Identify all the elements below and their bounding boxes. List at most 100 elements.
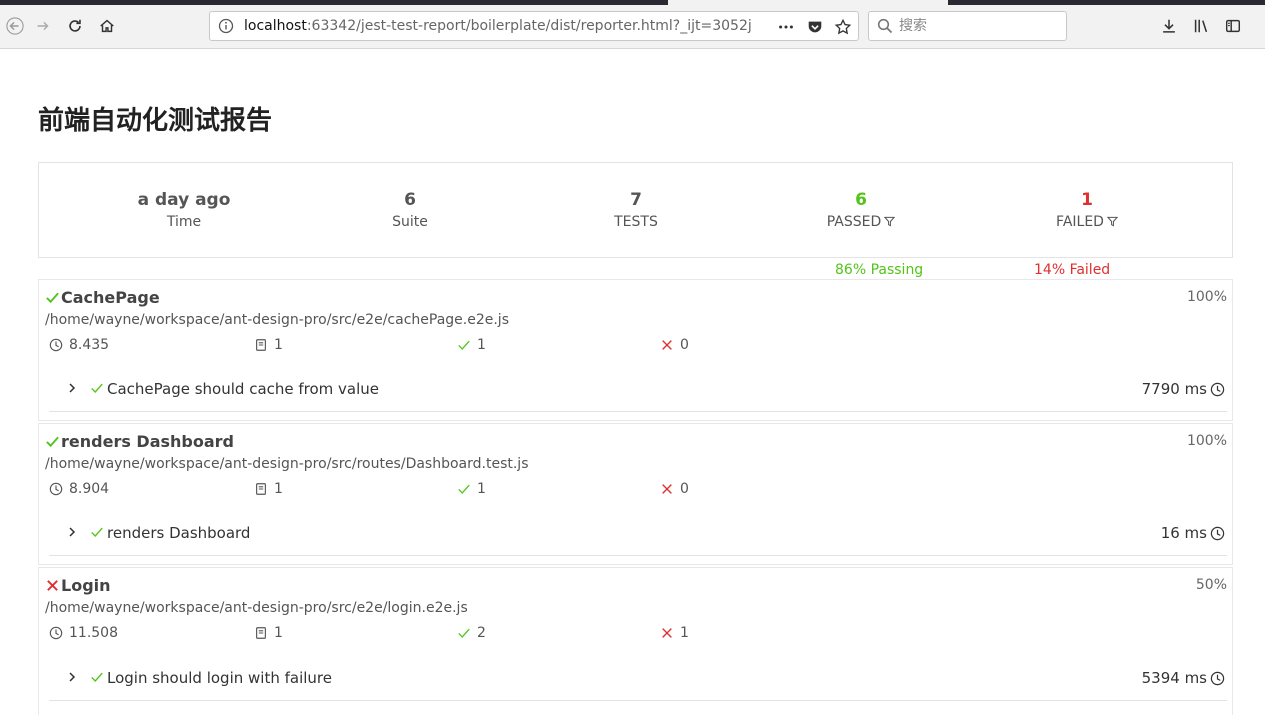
- file-icon: [256, 339, 266, 351]
- stat-passed-label: PASSED: [826, 214, 882, 230]
- sidebar-icon: [1225, 19, 1241, 33]
- reload-button[interactable]: [60, 11, 90, 41]
- suite-title: CachePage: [45, 288, 160, 307]
- suite-passed-value: 2: [477, 625, 486, 641]
- back-button[interactable]: [0, 11, 30, 41]
- suite-passed: 1: [457, 337, 486, 353]
- check-icon: [458, 484, 470, 494]
- test-case-row[interactable]: Login should login with failure 5394 ms: [49, 663, 1227, 701]
- test-case-title: CachePage should cache from value: [107, 380, 380, 398]
- more-dots-icon: [779, 25, 793, 29]
- stat-passed-filter[interactable]: PASSED: [761, 214, 961, 230]
- stat-failed-filter[interactable]: FAILED: [987, 214, 1187, 230]
- bookmark-button[interactable]: [833, 17, 853, 37]
- stat-passed[interactable]: 6 PASSED: [761, 190, 961, 230]
- pocket-button[interactable]: [805, 17, 825, 37]
- forward-button[interactable]: [28, 11, 58, 41]
- suite-passed: 1: [457, 481, 486, 497]
- stat-failed[interactable]: 1 FAILED: [987, 190, 1187, 230]
- test-case-row[interactable]: renders Dashboard 16 ms: [49, 518, 1227, 556]
- filter-icon[interactable]: [1106, 216, 1119, 227]
- library-button[interactable]: [1188, 13, 1214, 39]
- suite-title-text: CachePage: [61, 288, 160, 307]
- suite-time-value: 8.904: [69, 481, 110, 497]
- test-case-duration: 16 ms: [1161, 524, 1225, 542]
- failed-rate: 14% Failed: [1034, 262, 1111, 278]
- reload-icon: [69, 19, 81, 32]
- chevron-right-icon[interactable]: [65, 381, 79, 395]
- summary-panel: a day ago Time 6 Suite 7 TESTS 6 PASSED …: [38, 162, 1233, 258]
- test-case-row[interactable]: CachePage should cache from value 7790 m…: [49, 374, 1227, 412]
- clock-icon: [1210, 526, 1225, 540]
- pocket-icon: [808, 21, 822, 33]
- check-icon: [91, 672, 103, 682]
- stat-failed-value: 1: [1081, 190, 1093, 210]
- suite-title: Login: [45, 576, 111, 595]
- stat-suite-label: Suite: [392, 214, 428, 230]
- clock-icon: [49, 482, 63, 496]
- stat-passed-value: 6: [855, 190, 867, 210]
- stat-tests-label: TESTS: [614, 214, 658, 230]
- page-title: 前端自动化测试报告: [38, 106, 273, 136]
- suite-card: renders Dashboard 100% /home/wayne/works…: [38, 423, 1233, 565]
- download-icon: [1163, 19, 1175, 33]
- suite-time: 8.904: [49, 481, 109, 497]
- clock-icon: [1210, 671, 1225, 685]
- suite-card: CachePage 100% /home/wayne/workspace/ant…: [38, 279, 1233, 421]
- url-path: :63342/jest-test-report/boilerplate/dist…: [306, 18, 752, 34]
- suite-title: renders Dashboard: [45, 432, 234, 451]
- suite-percent: 50%: [1195, 577, 1227, 593]
- stat-suite-value: 6: [404, 190, 416, 210]
- back-arrow-icon: [6, 17, 24, 35]
- suite-passed-value: 1: [477, 481, 486, 497]
- chevron-right-icon[interactable]: [65, 525, 79, 539]
- close-icon: [662, 628, 672, 638]
- suite-tests: 1: [254, 481, 283, 497]
- close-icon: [47, 580, 58, 591]
- suite-tests: 1: [254, 625, 283, 641]
- file-icon: [256, 627, 266, 639]
- downloads-button[interactable]: [1156, 13, 1182, 39]
- clock-icon: [49, 626, 63, 640]
- clock-icon: [49, 338, 63, 352]
- stat-failed-label: FAILED: [1056, 214, 1104, 230]
- test-case-duration-value: 16 ms: [1160, 524, 1207, 542]
- stat-time-value: a day ago: [137, 190, 231, 210]
- stat-time: a day ago Time: [84, 190, 284, 230]
- chevron-right-icon[interactable]: [65, 670, 79, 684]
- home-button[interactable]: [92, 11, 122, 41]
- stat-time-label: Time: [166, 214, 202, 230]
- suite-card: Login 50% /home/wayne/workspace/ant-desi…: [38, 567, 1233, 715]
- url-host: localhost: [244, 18, 307, 34]
- url-text[interactable]: localhost:63342/jest-test-report/boilerp…: [244, 18, 764, 34]
- url-bar[interactable]: localhost:63342/jest-test-report/boilerp…: [209, 11, 859, 41]
- check-icon: [91, 527, 103, 537]
- browser-toolbar: localhost:63342/jest-test-report/boilerp…: [0, 5, 1265, 49]
- close-icon: [662, 340, 672, 350]
- search-bar[interactable]: [868, 11, 1067, 41]
- suite-title-text: renders Dashboard: [61, 432, 234, 451]
- check-icon: [458, 628, 470, 638]
- close-icon: [662, 484, 672, 494]
- suite-failed: 0: [660, 481, 689, 497]
- suite-tests-value: 1: [274, 337, 283, 353]
- suite-failed-value: 0: [680, 337, 689, 353]
- suite-failed: 0: [660, 337, 689, 353]
- page-actions-button[interactable]: [776, 17, 796, 37]
- suite-failed-value: 0: [680, 481, 689, 497]
- test-case-duration: 5394 ms: [1142, 669, 1225, 687]
- suite-percent: 100%: [1186, 433, 1227, 449]
- sidebar-button[interactable]: [1220, 13, 1246, 39]
- passing-rate: 86% Passing: [835, 262, 924, 278]
- star-icon: [834, 18, 852, 35]
- suite-tests-value: 1: [274, 481, 283, 497]
- suite-passed-value: 1: [477, 337, 486, 353]
- info-icon[interactable]: [218, 18, 234, 34]
- suite-path: /home/wayne/workspace/ant-design-pro/src…: [45, 456, 529, 472]
- stat-tests: 7 TESTS: [536, 190, 736, 230]
- search-input[interactable]: [899, 16, 1059, 36]
- filter-icon[interactable]: [884, 216, 896, 227]
- forward-arrow-icon: [37, 21, 49, 31]
- suite-passed: 2: [457, 625, 486, 641]
- test-case-title: Login should login with failure: [107, 669, 332, 687]
